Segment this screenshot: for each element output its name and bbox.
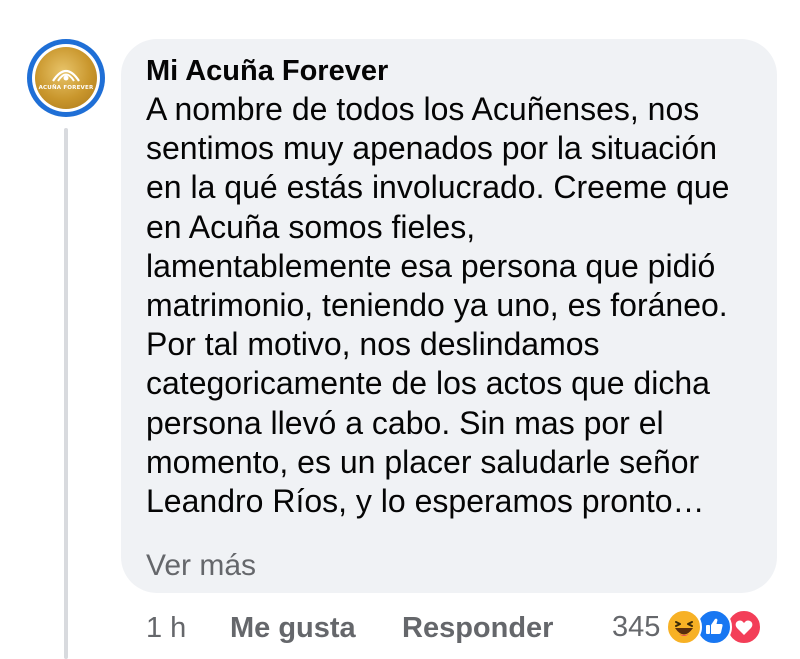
comment-author[interactable]: Mi Acuña Forever (146, 55, 388, 88)
reaction-icons (666, 607, 766, 647)
comment-text-line: persona llevó a cabo. Sin mas por el (146, 404, 664, 441)
haha-icon (666, 609, 703, 645)
see-more-link[interactable]: Ver más (146, 549, 256, 583)
comment-text-line: categoricamente de los actos que dicha (146, 365, 710, 402)
avatar-frame: ACUÑA FOREVER (32, 44, 100, 112)
comment-text: A nombre de todos los Acuñenses, nos sen… (146, 90, 771, 521)
acuna-forever-logo-icon: ACUÑA FOREVER (35, 47, 97, 109)
comment-text-line: momento, es un placer saludarle señor (146, 443, 700, 480)
like-button[interactable]: Me gusta (230, 612, 356, 645)
comment-text-line: Leandro Ríos, y lo esperamos pronto… (146, 483, 705, 520)
comment-timestamp[interactable]: 1 h (146, 612, 186, 645)
comment-text-line: en la qué estás involucrado. Creeme que (146, 169, 730, 206)
reactions-summary[interactable]: 345 (612, 607, 766, 647)
comment-thread: ACUÑA FOREVER Mi Acuña Forever A nombre … (0, 0, 800, 659)
comment-text-line: matrimonio, teniendo ya uno, es foráneo. (146, 287, 728, 324)
reply-button[interactable]: Responder (402, 612, 553, 645)
comment-text-line: lamentablemente esa persona que pidió (146, 247, 716, 284)
comment-text-line: sentimos muy apenados por la situación (146, 130, 717, 167)
reaction-count: 345 (612, 610, 661, 643)
comment-text-line: Por tal motivo, nos deslindamos (146, 326, 600, 363)
comment-text-line: A nombre de todos los Acuñenses, nos (146, 91, 700, 127)
thread-line (64, 128, 68, 659)
avatar-logo-text: ACUÑA FOREVER (38, 85, 94, 91)
comment-text-line: en Acuña somos fieles, (146, 208, 476, 245)
avatar[interactable]: ACUÑA FOREVER (27, 39, 105, 117)
